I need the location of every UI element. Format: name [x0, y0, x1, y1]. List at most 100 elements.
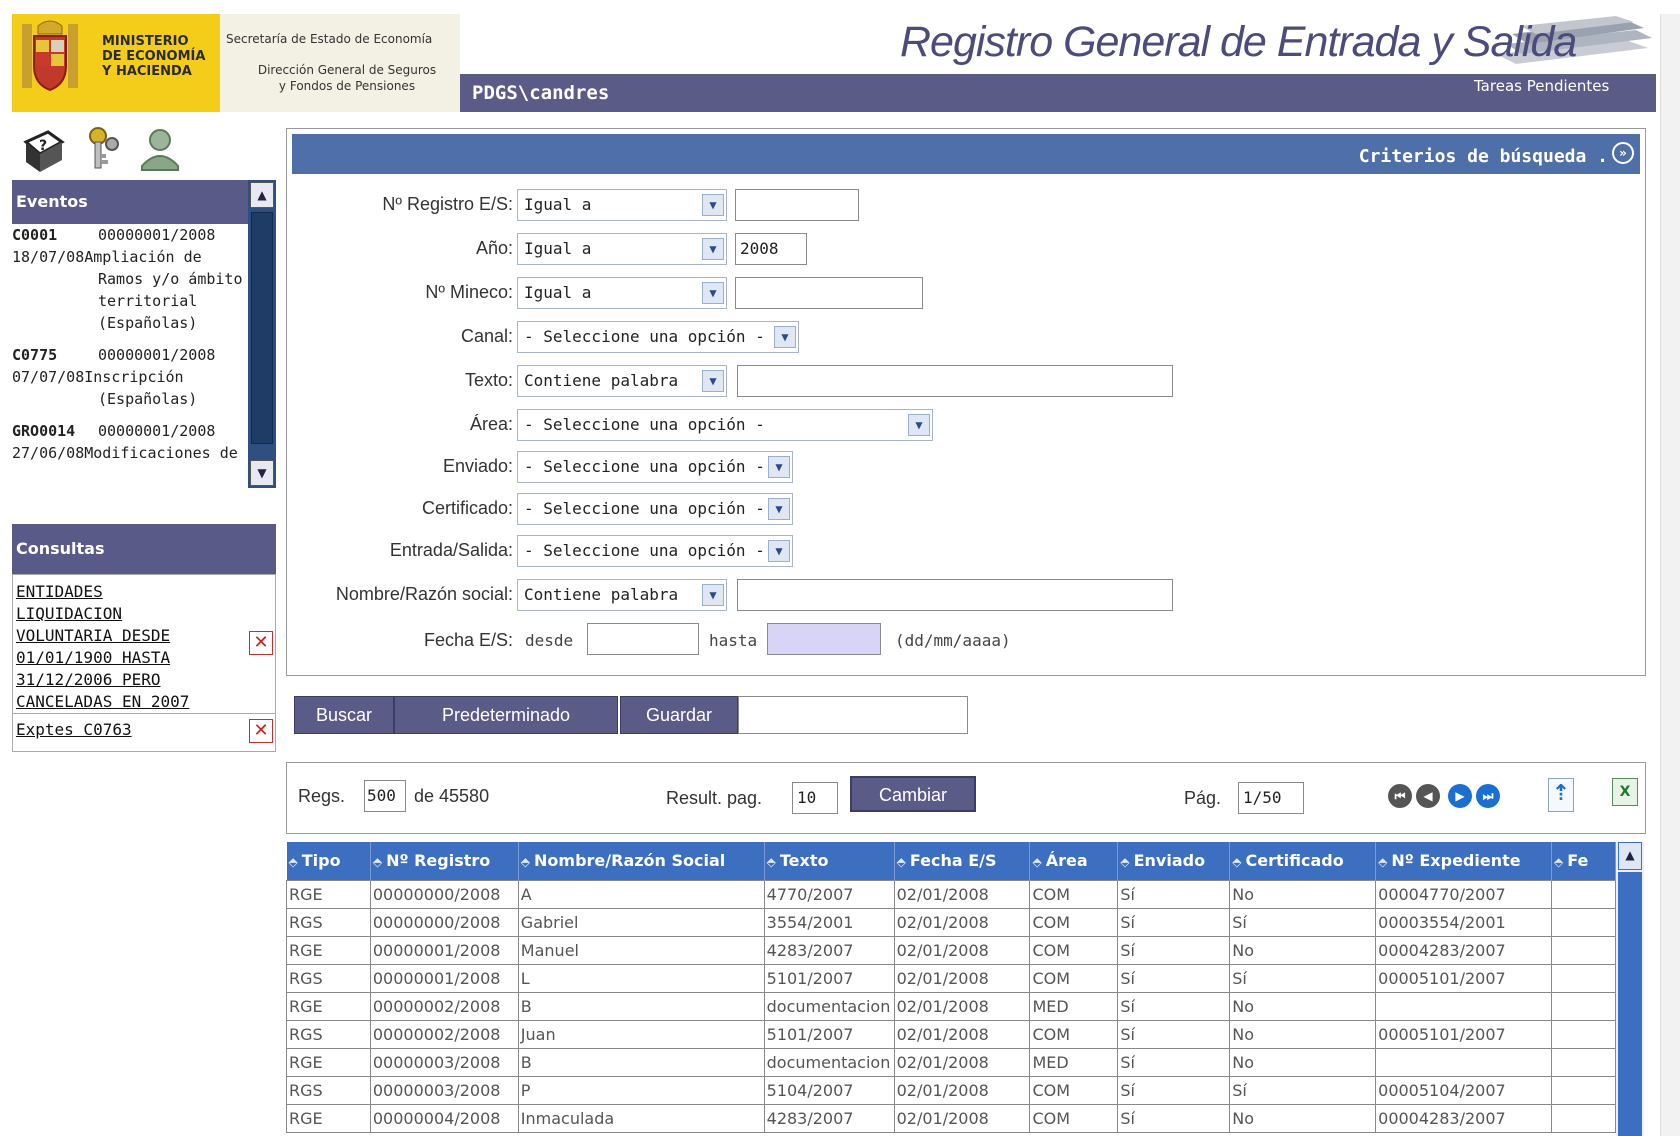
texto-input[interactable]	[737, 365, 1173, 397]
predeterminado-button[interactable]: Predeterminado	[394, 696, 618, 734]
table-row[interactable]: RGS 00000001/2008 L 5101/2007 02/01/2008 COM S…	[286, 963, 1616, 993]
table-cell: COM	[1029, 1075, 1119, 1105]
table-cell: COM	[1029, 963, 1119, 993]
anio-operator-select[interactable]: Igual a ▼	[517, 233, 727, 265]
table-row[interactable]: RGS 00000002/2008 Juan 5101/2007 02/01/2008 C…	[286, 1019, 1616, 1049]
table-cell: Juan	[517, 1019, 765, 1049]
window-scrollbar[interactable]	[1660, 14, 1680, 1136]
event-item[interactable]: GRO0014 00000001/2008 27/06/08Modificaci…	[12, 420, 248, 464]
column-header[interactable]: ⬘ Fecha E/S	[894, 842, 1031, 880]
table-cell: 02/01/2008	[893, 1075, 1031, 1105]
sort-icon[interactable]: ⬘	[1032, 855, 1041, 869]
column-header[interactable]: ⬘ Certificado	[1229, 842, 1377, 880]
user-icon[interactable]	[140, 126, 180, 172]
keys-icon[interactable]	[84, 126, 124, 172]
table-cell	[1551, 1047, 1616, 1077]
table-row[interactable]: RGE 00000004/2008 Inmaculada 4283/2007 02/01…	[286, 1103, 1616, 1133]
table-cell: MED	[1029, 1047, 1119, 1077]
sort-icon[interactable]: ⬘	[373, 855, 382, 869]
event-item[interactable]: C0001 00000001/2008 18/07/08Ampliación d…	[12, 224, 248, 334]
current-user: PDGS\candres	[472, 82, 610, 104]
table-cell: RGS	[286, 963, 371, 993]
next-page-icon[interactable]: ▶	[1448, 784, 1472, 808]
fecha-hasta-input[interactable]	[767, 623, 881, 655]
sort-icon[interactable]: ⬘	[1120, 855, 1129, 869]
table-row[interactable]: RGE 00000000/2008 A 4770/2007 02/01/2008 COM S…	[286, 879, 1616, 909]
registro-input[interactable]	[735, 189, 859, 221]
nombre-operator-select[interactable]: Contiene palabra ▼	[517, 579, 727, 611]
mineco-input[interactable]	[735, 277, 923, 309]
sort-icon[interactable]: ⬘	[1378, 855, 1387, 869]
sort-icon[interactable]: ⬘	[521, 855, 530, 869]
scroll-thumb[interactable]	[1618, 872, 1642, 1136]
sort-icon[interactable]: ⬘	[897, 855, 906, 869]
page-input[interactable]: 1/50	[1238, 782, 1304, 814]
sort-icon[interactable]: ⬘	[289, 855, 298, 869]
scroll-top-icon[interactable]: ⇡	[1548, 778, 1574, 812]
queries-header: Consultas	[12, 524, 276, 574]
sort-icon[interactable]: ⬘	[767, 855, 776, 869]
fecha-desde-input[interactable]	[587, 623, 699, 655]
column-header[interactable]: ⬘ Texto	[764, 842, 895, 880]
help-book-icon[interactable]: ?	[22, 128, 66, 174]
chevron-down-icon: ▼	[702, 370, 724, 392]
column-header[interactable]: ⬘ Enviado	[1117, 842, 1231, 880]
column-header[interactable]: ⬘ Tipo	[286, 842, 371, 880]
excel-export-icon[interactable]: X	[1612, 778, 1638, 806]
previous-page-icon[interactable]: ◀	[1416, 784, 1440, 808]
column-header[interactable]: ⬘ Área	[1029, 842, 1119, 880]
column-header[interactable]: ⬘ Nº Registro	[370, 842, 519, 880]
event-item[interactable]: C0775 00000001/2008 07/07/08Inscripción …	[12, 344, 248, 410]
collapse-icon[interactable]: »	[1612, 142, 1634, 164]
canal-select[interactable]: - Seleccione una opción - ▼	[517, 321, 799, 353]
per-page-input[interactable]: 10	[792, 782, 838, 814]
regs-input[interactable]: 500	[364, 780, 406, 812]
cambiar-button[interactable]: Cambiar	[850, 776, 976, 812]
anio-input[interactable]: 2008	[735, 233, 807, 265]
nombre-input[interactable]	[737, 579, 1173, 611]
scroll-up-icon[interactable]: ▲	[250, 182, 274, 208]
scroll-track[interactable]	[251, 212, 273, 444]
delete-query-icon[interactable]: ✕	[249, 631, 273, 655]
table-row[interactable]: RGE 00000003/2008 Bdocumentacion 02/01/2008…	[286, 1047, 1616, 1077]
delete-query-icon[interactable]: ✕	[249, 719, 273, 743]
column-header[interactable]: ⬘ Nombre/Razón Social	[518, 842, 765, 880]
table-cell: Sí	[1117, 963, 1231, 993]
entrada-salida-select[interactable]: - Seleccione una opción - ▼	[517, 535, 793, 567]
table-cell: RGE	[286, 1103, 371, 1133]
table-row[interactable]: RGE 00000001/2008 Manuel 4283/2007 02/01/200…	[286, 935, 1616, 965]
query-link[interactable]: Exptes C0763	[16, 719, 132, 741]
scroll-up-icon[interactable]: ▲	[1618, 842, 1642, 870]
enviado-select[interactable]: - Seleccione una opción - ▼	[517, 451, 793, 483]
registro-operator-select[interactable]: Igual a ▼	[517, 189, 727, 221]
chevron-down-icon: ▼	[702, 584, 724, 606]
last-page-icon[interactable]: ⏭	[1476, 784, 1500, 808]
pending-tasks-link[interactable]: Tareas Pendientes	[1474, 77, 1609, 95]
query-link[interactable]: ENTIDADES LIQUIDACION VOLUNTARIA DESDE 0…	[16, 581, 189, 713]
save-query-name-input[interactable]	[738, 696, 968, 734]
mineco-operator-select[interactable]: Igual a ▼	[517, 277, 727, 309]
certificado-select[interactable]: - Seleccione una opción - ▼	[517, 493, 793, 525]
table-row[interactable]: RGE 00000002/2008 Bdocumentacion 02/01/2008…	[286, 991, 1616, 1021]
table-cell: Sí	[1117, 1103, 1231, 1133]
first-page-icon[interactable]: ⏮	[1388, 784, 1412, 808]
search-criteria-title: Criterios de búsqueda .	[1358, 146, 1608, 167]
events-scrollbar[interactable]: ▲ ▼	[248, 180, 276, 488]
guardar-button[interactable]: Guardar	[620, 696, 738, 734]
table-scrollbar[interactable]: ▲	[1616, 842, 1644, 1136]
table-cell: Gabriel	[517, 907, 765, 937]
table-cell: P	[517, 1075, 765, 1105]
per-page-label: Result. pag.	[666, 788, 763, 808]
buscar-button[interactable]: Buscar	[294, 696, 394, 734]
column-header[interactable]: ⬘ Fe	[1551, 842, 1616, 880]
sort-icon[interactable]: ⬘	[1232, 855, 1241, 869]
anio-label: Año:	[475, 238, 513, 258]
table-cell: Sí	[1117, 907, 1231, 937]
column-header[interactable]: ⬘ Nº Expediente	[1375, 842, 1553, 880]
texto-operator-select[interactable]: Contiene palabra ▼	[517, 365, 727, 397]
scroll-down-icon[interactable]: ▼	[250, 460, 274, 486]
area-select[interactable]: - Seleccione una opción - ▼	[517, 409, 933, 441]
table-row[interactable]: RGS 00000003/2008 P 5104/2007 02/01/2008 COM S…	[286, 1075, 1616, 1105]
table-row[interactable]: RGS 00000000/2008 Gabriel 3554/2001 02/01/20…	[286, 907, 1616, 937]
sort-icon[interactable]: ⬘	[1554, 855, 1563, 869]
